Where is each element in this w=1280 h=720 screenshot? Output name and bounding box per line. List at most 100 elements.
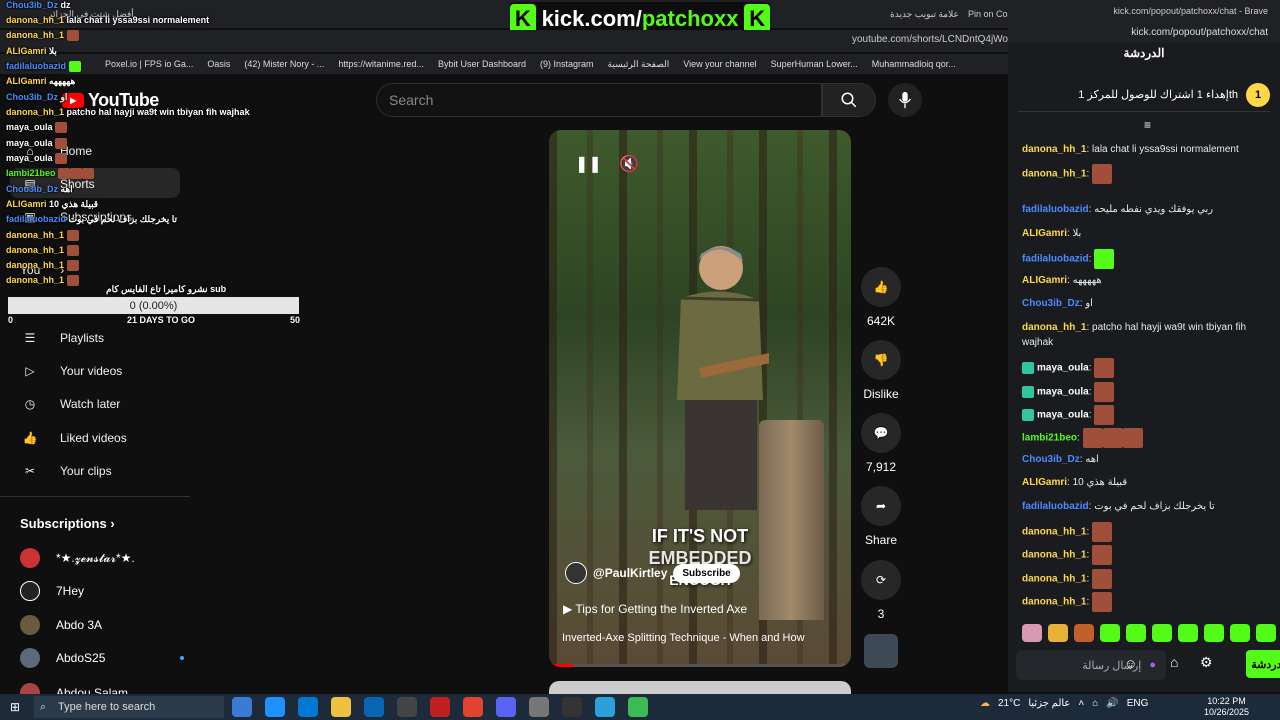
sidebar-item-watch-later[interactable]: ◷ Watch later	[20, 389, 121, 419]
sidebar-item-playlists[interactable]: ☰ Playlists	[20, 323, 104, 353]
chat-username[interactable]: maya_oula	[1037, 363, 1089, 374]
brave-icon[interactable]	[463, 697, 483, 717]
url-text[interactable]: youtube.com/shorts/LCNDntQ4jWo	[852, 34, 1008, 45]
bookmark-item[interactable]: Oasis	[207, 59, 230, 69]
search-button[interactable]	[822, 83, 876, 117]
language-indicator[interactable]: ENG	[1127, 698, 1149, 709]
volume-icon[interactable]: 🔊	[1106, 698, 1118, 709]
weather-text[interactable]: عالم جزئيا	[1028, 698, 1070, 709]
chat-username[interactable]: maya_oula	[1037, 410, 1089, 421]
bookmark-item[interactable]: Poxel.io | FPS io Ga...	[105, 59, 193, 69]
chat-username[interactable]: danona_hh_1	[1022, 322, 1086, 333]
chat-username[interactable]: ALIGamri	[1022, 228, 1067, 239]
sidebar-item-liked-videos[interactable]: 👍 Liked videos	[20, 423, 127, 453]
microphone-icon[interactable]: ●	[1149, 659, 1156, 671]
chat-send-button[interactable]: الدردشة	[1246, 650, 1280, 678]
like-button[interactable]: 👍 642K	[860, 267, 902, 328]
sidebar-item-your-videos[interactable]: ▷ Your videos	[20, 356, 122, 386]
subscription-channel[interactable]: Abdo 3A	[20, 612, 102, 638]
chevron-up-icon[interactable]: ˄	[1078, 698, 1084, 709]
chat-username[interactable]: danona_hh_1	[1022, 169, 1086, 180]
comments-button[interactable]: 💬 7,912	[860, 413, 902, 474]
emote-button[interactable]	[1152, 624, 1172, 642]
subscriptions-heading[interactable]: Subscriptions ›	[20, 516, 115, 531]
address-bar[interactable]: youtube.com/shorts/LCNDntQ4jWo	[0, 30, 1008, 52]
sound-thumbnail[interactable]	[864, 634, 898, 668]
bookmark-item[interactable]: SuperHuman Lower...	[771, 59, 858, 69]
emote-button[interactable]	[1074, 624, 1094, 642]
store-icon[interactable]: ⌂	[1170, 654, 1178, 670]
store-icon[interactable]	[298, 697, 318, 717]
file-explorer-icon[interactable]	[331, 697, 351, 717]
bookmark-item[interactable]: الصفحة الرئيسية	[608, 59, 670, 70]
chat-username[interactable]: fadilaluobazid	[1022, 254, 1089, 265]
emote-button[interactable]	[1022, 624, 1042, 642]
chat-username[interactable]: Chou3ib_Dz	[1022, 298, 1080, 309]
telegram-icon[interactable]	[595, 697, 615, 717]
bookmark-item[interactable]: Bybit User Dashboard	[438, 59, 526, 69]
emote-button[interactable]	[1256, 624, 1276, 642]
sidebar-item-your-clips[interactable]: ✂ Your clips	[20, 456, 112, 486]
video-progress-bar[interactable]	[549, 664, 851, 667]
chat-username[interactable]: danona_hh_1	[1022, 527, 1086, 538]
emote-button[interactable]	[1126, 624, 1146, 642]
remix-button[interactable]: ⟳ 3	[860, 560, 902, 621]
dislike-button[interactable]: 👎 Dislike	[860, 340, 902, 401]
tab-new[interactable]: علامة تبويب جديدة	[890, 9, 959, 20]
subscription-channel[interactable]: AbdoS25	[20, 645, 184, 671]
emote-button[interactable]	[1048, 624, 1068, 642]
playlist-link[interactable]: ▶ Tips for Getting the Inverted Axe	[563, 602, 747, 616]
chat-message-input[interactable]: إرسال رسالة ●	[1016, 650, 1166, 680]
taskbar-clock[interactable]: 10:22 PM 10/26/2025	[1204, 696, 1249, 718]
subscription-channel[interactable]: 7Hey	[20, 578, 84, 604]
chat-username[interactable]: lambi21beo	[1022, 433, 1077, 444]
voice-search-button[interactable]	[888, 83, 922, 117]
chat-menu-icon[interactable]: ≡	[1144, 118, 1151, 132]
bookmark-item[interactable]: https://witanime.red...	[338, 59, 424, 69]
bookmark-item[interactable]: Muhammadloiq qor...	[872, 59, 956, 69]
capcut-icon[interactable]	[397, 697, 417, 717]
chrome-icon[interactable]	[628, 697, 648, 717]
avatar[interactable]	[565, 562, 587, 584]
search-input[interactable]: Search	[376, 83, 822, 117]
emote-button[interactable]	[1230, 624, 1250, 642]
copilot-icon[interactable]	[232, 697, 252, 717]
subscribe-button[interactable]: Subscribe	[673, 563, 740, 583]
next-short-preview[interactable]	[549, 681, 851, 695]
chat-url-bar[interactable]: kick.com/popout/patchoxx/chat	[1008, 22, 1280, 42]
emote-button[interactable]	[1100, 624, 1120, 642]
pause-icon[interactable]: ❚❚	[575, 154, 602, 174]
chat-username[interactable]: Chou3ib_Dz	[1022, 454, 1080, 465]
chat-username[interactable]: danona_hh_1	[1022, 597, 1086, 608]
taskbar-search-input[interactable]: ⌕ Type here to search	[34, 696, 224, 718]
chat-username[interactable]: danona_hh_1	[1022, 144, 1086, 155]
windows-start-icon[interactable]: ⊞	[10, 700, 20, 714]
gear-icon[interactable]: ⚙	[1200, 654, 1213, 671]
share-button[interactable]: ➦ Share	[860, 486, 902, 547]
record-icon[interactable]	[430, 697, 450, 717]
shorts-video-player[interactable]: ❚❚ 🔇 IF IT'S NOT EMBEDDED ENOUGH @PaulKi…	[549, 130, 851, 667]
emote-button[interactable]	[1204, 624, 1224, 642]
discord-icon[interactable]	[496, 697, 516, 717]
emote-button[interactable]	[1178, 624, 1198, 642]
chat-username[interactable]: fadilaluobazid	[1022, 204, 1089, 215]
bookmark-item[interactable]: (9) Instagram	[540, 59, 594, 69]
video-title[interactable]: Inverted-Axe Splitting Technique - When …	[562, 632, 805, 644]
chat-username[interactable]: ALIGamri	[1022, 275, 1067, 286]
channel-handle[interactable]: @PaulKirtley	[593, 566, 667, 580]
app-icon[interactable]	[529, 697, 549, 717]
obs-icon[interactable]	[562, 697, 582, 717]
sub-goal-banner[interactable]: إهداء 1 اشتراك للوصول للمركز 1th 1	[1018, 78, 1270, 112]
network-icon[interactable]: ⌂	[1092, 698, 1098, 709]
chat-username[interactable]: danona_hh_1	[1022, 550, 1086, 561]
emoji-icon[interactable]: ☺	[1124, 656, 1137, 671]
outlook-icon[interactable]	[364, 697, 384, 717]
chat-username[interactable]: maya_oula	[1037, 387, 1089, 398]
chat-username[interactable]: ALIGamri	[1022, 477, 1067, 488]
bookmark-item[interactable]: View your channel	[683, 59, 756, 69]
edge-icon[interactable]	[265, 697, 285, 717]
chat-username[interactable]: fadilaluobazid	[1022, 501, 1089, 512]
bookmark-item[interactable]: (42) Mister Nory - ...	[244, 59, 324, 69]
chat-username[interactable]: danona_hh_1	[1022, 574, 1086, 585]
subscription-channel[interactable]: *★.𝔃𝓮𝓷𝓼𝓽𝓪𝓻*★.	[20, 545, 135, 571]
